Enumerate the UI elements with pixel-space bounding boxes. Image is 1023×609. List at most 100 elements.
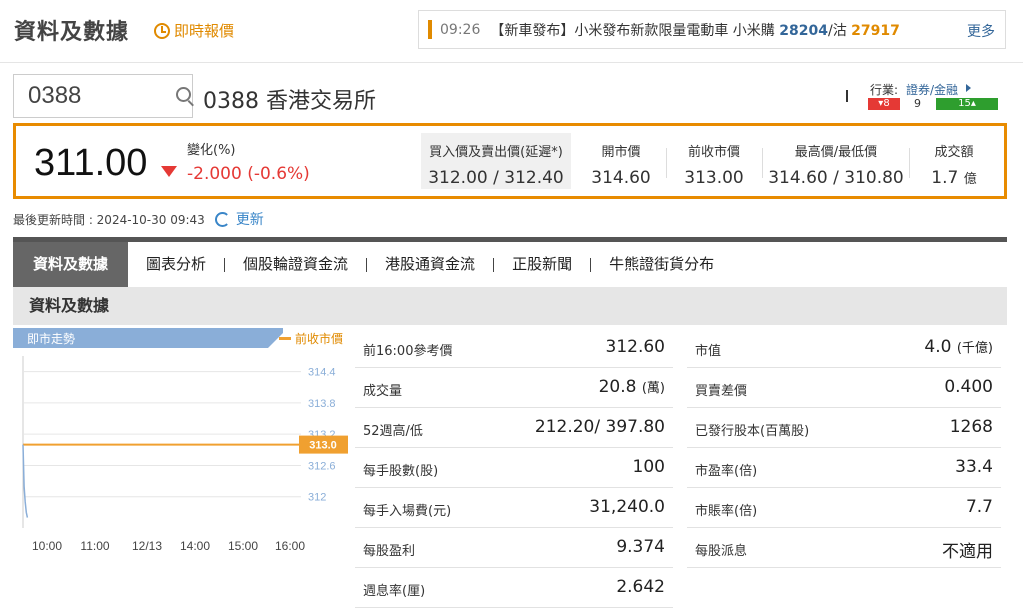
quote-separator xyxy=(762,148,763,178)
open-price-label: 開市價 xyxy=(601,145,641,160)
stat-value: 0.400 xyxy=(944,377,993,397)
x-tick-label: 16:00 xyxy=(275,539,305,553)
x-tick-label: 12/13 xyxy=(132,539,162,553)
stat-value: 212.20/ 397.80 xyxy=(534,417,665,437)
stat-value-wrap: 33.4 xyxy=(955,457,993,477)
prev-close-cell: 前收市價 313.00 xyxy=(671,133,757,189)
industry-link[interactable]: 證券/金融 xyxy=(906,81,958,98)
x-tick-label: 15:00 xyxy=(228,539,258,553)
y-tick-label: 312 xyxy=(308,492,326,504)
refresh-icon[interactable] xyxy=(214,211,230,227)
stat-label: 成交量 xyxy=(363,384,403,399)
page-title: 資料及數據 xyxy=(14,20,130,45)
tab-data[interactable]: 資料及數據 xyxy=(13,242,129,287)
stat-value: 20.8 xyxy=(598,377,637,397)
industry-advancers: 15▴ xyxy=(936,98,998,110)
last-update: 最後更新時間 : 2024-10-30 09:43 更新 xyxy=(13,209,264,229)
stat-label: 市盈率(倍) xyxy=(695,464,758,479)
stat-value-wrap: 9.374 xyxy=(616,537,665,557)
stat-value-wrap: 1268 xyxy=(950,417,993,437)
stats-left: 前16:00參考價 312.60 成交量 20.8 (萬) 52週高/低 212.20/ … xyxy=(355,328,673,608)
x-tick-label: 14:00 xyxy=(180,539,210,553)
high-low-cell: 最高價/最低價 314.60 / 310.80 xyxy=(767,133,905,189)
stat-row: 市值 4.0 (千億) xyxy=(687,328,1001,368)
stat-row: 已發行股本(百萬股) 1268 xyxy=(687,408,1001,448)
turnover-value: 1.7 xyxy=(931,168,959,188)
stat-label: 每手入場費(元) xyxy=(363,504,452,519)
caret-right-icon[interactable] xyxy=(966,84,971,92)
prev-close-tag-label: 313.0 xyxy=(309,440,337,452)
tab-cbbc-distribution[interactable]: 牛熊證街貨分布 xyxy=(591,242,732,287)
y-tick-label: 313.8 xyxy=(308,398,336,410)
stat-value-wrap: 0.400 xyxy=(944,377,993,397)
last-update-text: 最後更新時間 : 2024-10-30 09:43 xyxy=(13,212,205,227)
stat-row: 每手入場費(元) 31,240.0 xyxy=(355,488,673,528)
high-low-label: 最高價/最低價 xyxy=(794,145,878,160)
stat-label: 52週高/低 xyxy=(363,424,423,439)
industry-unchanged: 9 xyxy=(914,97,921,110)
realtime-quote-label: 即時報價 xyxy=(174,22,235,40)
tab-stock-news[interactable]: 正股新聞 xyxy=(494,242,590,287)
ticker-time: 09:26 xyxy=(440,21,481,38)
stock-search-input[interactable] xyxy=(14,75,154,117)
turnover-unit: 億 xyxy=(963,172,977,187)
news-ticker[interactable]: 09:26 【新車發布】小米發布新款限量電動車 小米購 28204/沽 2791… xyxy=(418,10,1006,49)
ticker-headline[interactable]: 【新車發布】小米發布新款限量電動車 小米購 28204/沽 27917 xyxy=(490,20,900,40)
tab-chart-analysis[interactable]: 圖表分析 xyxy=(128,242,224,287)
stat-row: 每股派息 不適用 xyxy=(687,528,1001,568)
ticker-sell-count: 27917 xyxy=(851,22,900,39)
stat-label: 每股盈利 xyxy=(363,544,416,559)
bid-ask-value: 312.00 / 312.40 xyxy=(428,168,564,188)
clock-icon xyxy=(154,22,170,39)
stat-label: 每股派息 xyxy=(695,544,748,559)
tab-warrant-fund-flow[interactable]: 個股輪證資金流 xyxy=(225,242,366,287)
bid-ask-label: 買入價及賣出價(延遲*) xyxy=(429,145,563,160)
stat-value: 100 xyxy=(632,457,665,477)
stock-search-box[interactable] xyxy=(13,74,193,118)
refresh-button[interactable]: 更新 xyxy=(236,209,264,229)
industry-marker xyxy=(846,90,848,102)
realtime-quote-link[interactable]: 即時報價 xyxy=(154,20,234,41)
x-tick-label: 10:00 xyxy=(32,539,62,553)
header-divider xyxy=(0,62,1023,63)
stat-value-wrap: 20.8 (萬) xyxy=(599,377,665,397)
stat-value: 31,240.0 xyxy=(589,497,665,517)
change-label: 變化(%) xyxy=(187,143,236,158)
prev-close-value: 313.00 xyxy=(684,168,744,188)
stat-value-wrap: 7.7 xyxy=(966,497,993,517)
stat-label: 前16:00參考價 xyxy=(363,344,453,359)
ticker-headline-text: 【新車發布】小米發布新款限量電動車 小米購 xyxy=(490,22,780,39)
chart-plot: 314.4313.8313.2312.631210:00 11:00 12/13 14… xyxy=(22,356,348,553)
stat-value: 4.0 xyxy=(924,337,952,357)
ticker-more-link[interactable]: 更多 xyxy=(967,21,995,41)
last-price: 311.00 xyxy=(34,142,148,184)
search-icon[interactable] xyxy=(176,87,191,102)
down-arrow-icon xyxy=(161,166,177,177)
stat-value: 2.642 xyxy=(616,577,665,597)
industry-panel: 行業: 證券/金融 ▾8 9 15▴ xyxy=(846,80,1006,112)
stat-value-wrap: 4.0 (千億) xyxy=(924,337,993,357)
ticker-buy-count: 28204 xyxy=(779,22,828,39)
stat-row: 市盈率(倍) 33.4 xyxy=(687,448,1001,488)
bid-ask-cell: 買入價及賣出價(延遲*) 312.00 / 312.40 xyxy=(421,133,571,189)
ticker-sell-sep: /沽 xyxy=(827,22,852,39)
stat-value: 9.374 xyxy=(616,537,665,557)
stats-right: 市值 4.0 (千億) 買賣差價 0.400 已發行股本(百萬股) 1268 市盈率(倍) 3… xyxy=(687,328,1001,568)
price-series-line xyxy=(22,444,29,518)
turnover-label: 成交額 xyxy=(934,145,974,160)
open-price-cell: 開市價 314.60 xyxy=(581,133,661,189)
y-tick-label: 314.4 xyxy=(308,367,336,379)
stat-label: 已發行股本(百萬股) xyxy=(695,424,810,439)
stat-value-wrap: 2.642 xyxy=(616,577,665,597)
stat-row: 每股盈利 9.374 xyxy=(355,528,673,568)
quote-panel: 311.00 變化(%) -2.000 (-0.6%) 買入價及賣出價(延遲*)… xyxy=(13,123,1007,199)
turnover-value-wrap: 1.7 億 xyxy=(914,168,994,188)
tab-connect-fund-flow[interactable]: 港股通資金流 xyxy=(367,242,493,287)
x-tick-label: 11:00 xyxy=(80,539,109,553)
change-value: -2.000 (-0.6%) xyxy=(187,164,310,184)
stat-unit: (萬) xyxy=(641,381,665,396)
intraday-chart: 即市走勢 前收市價 314.4 313.8 313.2 312.6 312 10:00 11… xyxy=(13,328,350,560)
stat-label: 每手股數(股) xyxy=(363,464,439,479)
quote-separator xyxy=(909,148,910,178)
stock-name: 0388 香港交易所 xyxy=(203,89,376,114)
